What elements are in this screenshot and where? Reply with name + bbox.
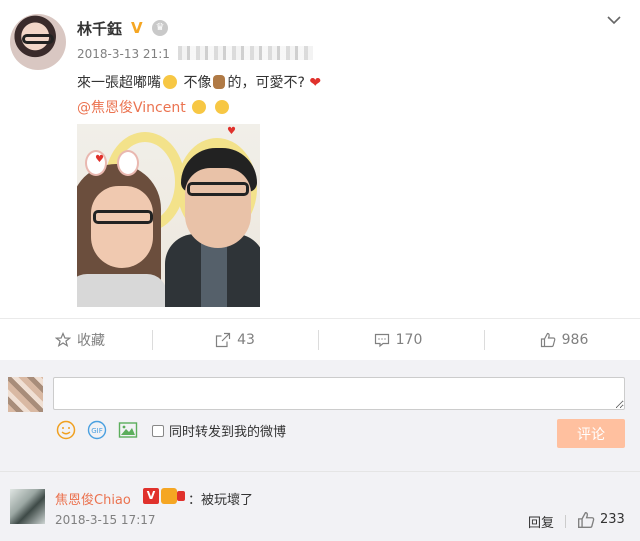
share-icon <box>215 332 231 348</box>
snack-emoji-icon <box>213 75 226 89</box>
laugh-emoji-icon <box>214 100 229 114</box>
comment-input[interactable] <box>53 377 625 410</box>
divider <box>152 330 153 350</box>
emoji-icon[interactable] <box>55 419 77 441</box>
repost-button[interactable]: 43 <box>155 319 315 361</box>
commenter-name[interactable]: 焦恩俊Chiao <box>55 489 131 508</box>
repost-count: 43 <box>237 332 255 348</box>
post-text-middle: 不像 <box>183 75 212 91</box>
heart-icon: ❤ <box>309 75 322 91</box>
comment-text: ：被玩壞了 <box>188 493 254 508</box>
chevron-down-icon[interactable] <box>606 10 622 29</box>
vip-icon <box>161 488 177 504</box>
like-count: 986 <box>561 332 589 348</box>
image-icon[interactable] <box>117 419 139 441</box>
author-name[interactable]: 林千鈺 <box>77 18 122 39</box>
thumbs-up-icon <box>540 332 556 348</box>
svg-text:GIF: GIF <box>91 427 103 435</box>
favorite-button[interactable]: 收藏 <box>0 319 160 361</box>
action-bar: 收藏 43 170 986 <box>0 318 640 360</box>
author-avatar[interactable] <box>10 14 66 70</box>
post-photo[interactable]: ♥ ♥ <box>77 124 260 307</box>
divider <box>0 471 640 472</box>
my-avatar <box>8 377 43 412</box>
comment-timestamp: 2018-3-15 17:17 <box>55 513 156 527</box>
reply-button[interactable]: 回复 <box>528 512 554 531</box>
like-button[interactable]: 986 <box>484 319 640 361</box>
commenter-avatar[interactable] <box>10 489 45 524</box>
post-text-end: 的，可愛不? <box>227 75 305 91</box>
vip-badge-icon <box>177 491 185 501</box>
divider <box>565 515 566 528</box>
comment-like-count: 233 <box>600 512 625 527</box>
comment-count: 170 <box>395 332 423 348</box>
favorite-label: 收藏 <box>77 333 105 349</box>
pout-emoji-icon <box>163 75 177 89</box>
thumbs-up-icon[interactable] <box>577 511 595 529</box>
post-text: 來一張超嘟嘴 不像 的，可愛不? ❤ <box>77 72 321 92</box>
submit-comment-button[interactable]: 评论 <box>557 419 625 448</box>
weibo-post: 林千鈺 V ♛ 2018-3-13 21:1 來一張超嘟嘴 不像 的，可愛不? ❤… <box>0 0 640 318</box>
post-timestamp[interactable]: 2018-3-13 21:1 <box>77 47 170 61</box>
post-mention: @焦恩俊Vincent <box>77 97 231 117</box>
verified-icon: V <box>143 488 159 504</box>
forward-checkbox[interactable] <box>152 425 164 437</box>
forward-label: 同时转发到我的微博 <box>169 425 287 440</box>
verified-icon: V <box>131 19 143 37</box>
mention-link[interactable]: @焦恩俊Vincent <box>77 100 186 116</box>
member-icon: ♛ <box>152 20 168 36</box>
gif-icon[interactable]: GIF <box>86 419 108 441</box>
redacted-source <box>178 46 313 60</box>
star-icon <box>54 331 72 348</box>
comment-icon <box>374 332 390 348</box>
post-text-start: 來一張超嘟嘴 <box>77 75 161 91</box>
comment-button[interactable]: 170 <box>318 319 478 361</box>
laugh-emoji-icon <box>192 100 207 114</box>
